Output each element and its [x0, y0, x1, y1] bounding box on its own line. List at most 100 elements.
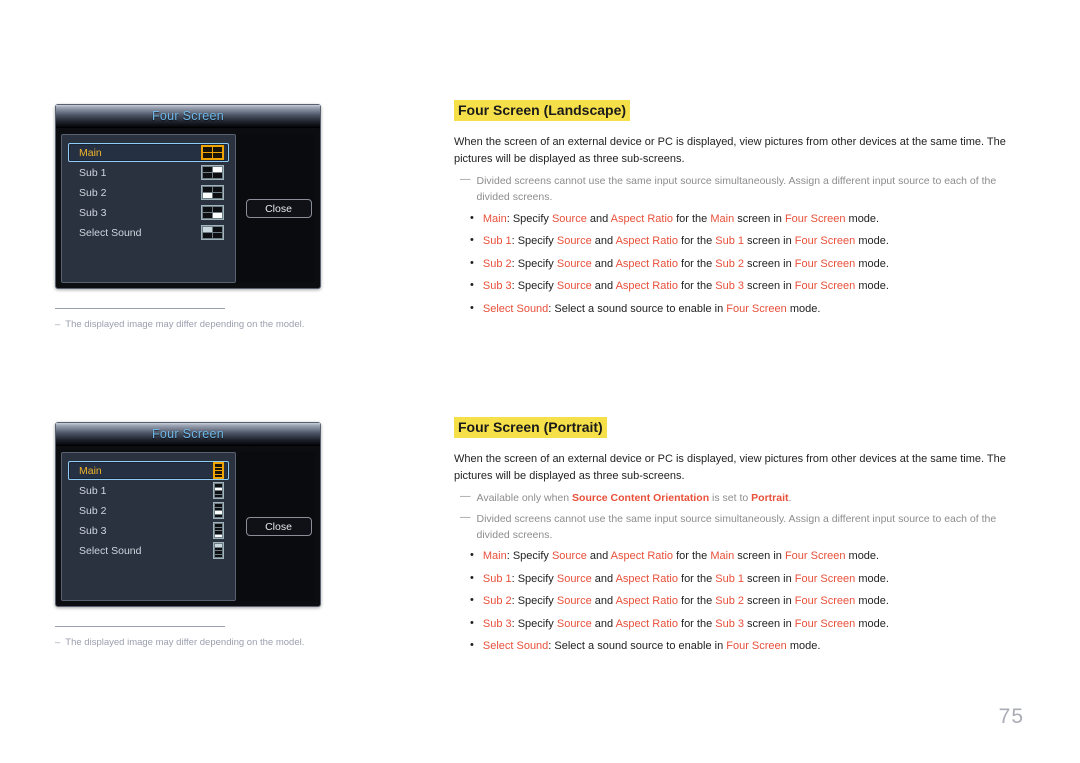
close-button[interactable]: Close	[246, 517, 312, 536]
bullet-dot-icon: •	[470, 616, 474, 633]
four-screen-landscape-osd-dialog: Four Screen Main Sub 1 Sub 2 Sub 3 Select So…	[55, 104, 321, 289]
osd-menu-item[interactable]: Sub 1	[68, 481, 229, 500]
landscape-footnote-block: – The displayed image may differ dependi…	[55, 308, 355, 331]
inline-text: for the	[678, 235, 715, 247]
icon-row	[215, 511, 222, 514]
inline-keyword: Source	[557, 280, 592, 292]
icon-quadrant	[213, 193, 222, 198]
inline-text: and	[592, 595, 616, 607]
icon-quadrant	[213, 187, 222, 192]
icon-row	[215, 528, 222, 531]
inline-text: and	[592, 618, 616, 630]
inline-text: Divided screens cannot use the same inpu…	[477, 175, 997, 203]
four-screen-portrait-sub3-icon	[213, 522, 224, 539]
inline-keyword: Main	[483, 213, 507, 225]
icon-quadrant	[203, 187, 212, 192]
inline-text: screen in	[744, 573, 795, 585]
inline-keyword: Sub 1	[483, 573, 512, 585]
inline-keyword: Sub 2	[483, 595, 512, 607]
inline-keyword: Sub 2	[483, 258, 512, 270]
bullet-item: •Sub 1: Specify Source and Aspect Ratio …	[454, 233, 1026, 250]
icon-quadrant	[213, 173, 222, 178]
inline-keyword: Sub 1	[715, 235, 744, 247]
osd-menu-item[interactable]: Sub 2	[68, 183, 229, 202]
inline-keyword: Four Screen	[795, 595, 856, 607]
inline-keyword: Sub 3	[715, 618, 744, 630]
inline-keyword: Four Screen	[795, 258, 856, 270]
icon-quadrant	[203, 193, 212, 198]
bullet-dot-icon: •	[470, 638, 474, 655]
icon-quadrant	[203, 227, 212, 232]
dash-note: —Divided screens cannot use the same inp…	[454, 512, 1026, 544]
icon-quadrant	[213, 233, 222, 238]
dash-note-text: Divided screens cannot use the same inpu…	[477, 174, 1027, 206]
icon-quadrant	[203, 147, 212, 152]
bullet-item: •Sub 2: Specify Source and Aspect Ratio …	[454, 593, 1026, 610]
inline-keyword: Source	[552, 213, 587, 225]
close-button[interactable]: Close	[246, 199, 312, 218]
inline-keyword: Four Screen	[785, 550, 846, 562]
icon-quadrant	[213, 207, 222, 212]
bullet-dot-icon: •	[470, 256, 474, 273]
bullet-text: Select Sound: Select a sound source to e…	[483, 638, 1026, 655]
osd-menu-item[interactable]: Main	[68, 143, 229, 162]
osd-menu-item[interactable]: Select Sound	[68, 223, 229, 242]
inline-text: for the	[673, 213, 710, 225]
osd-title: Four Screen	[152, 109, 224, 123]
inline-keyword: Source	[557, 235, 592, 247]
footnote-dash: –	[55, 636, 60, 649]
icon-row	[215, 548, 222, 551]
osd-menu-list: Main Sub 1 Sub 2 Sub 3 Select Sound	[61, 134, 236, 283]
osd-menu-item[interactable]: Sub 1	[68, 163, 229, 182]
osd-menu-item-label: Select Sound	[79, 227, 201, 239]
osd-menu-item-label: Main	[79, 147, 201, 159]
icon-quadrant	[203, 173, 212, 178]
inline-text: : Specify	[512, 573, 557, 585]
bullet-item: • Select Sound: Select a sound source to …	[454, 638, 1026, 655]
inline-keyword: Sub 1	[483, 235, 512, 247]
inline-keyword: Aspect Ratio	[611, 550, 673, 562]
icon-row	[215, 508, 222, 511]
icon-row	[215, 524, 222, 527]
inline-keyword: Source	[557, 573, 592, 585]
inline-text: mode.	[855, 258, 889, 270]
osd-menu-item[interactable]: Select Sound	[68, 541, 229, 560]
osd-menu-item[interactable]: Main	[68, 461, 229, 480]
inline-text: for the	[678, 618, 715, 630]
inline-text: mode.	[787, 640, 821, 652]
four-screen-portrait-main-icon	[213, 462, 224, 479]
bullet-item: •Sub 2: Specify Source and Aspect Ratio …	[454, 256, 1026, 273]
bullet-dot-icon: •	[470, 211, 474, 228]
inline-text: for the	[673, 550, 710, 562]
bullet-item: •Select Sound: Select a sound source to …	[454, 301, 1026, 318]
inline-text: screen in	[744, 258, 795, 270]
inline-text: and	[592, 235, 616, 247]
icon-quadrant	[213, 213, 222, 218]
inline-keyword: Source Content Orientation	[572, 492, 709, 504]
inline-text: and	[592, 573, 616, 585]
four-screen-landscape-sub1-icon	[201, 165, 224, 180]
inline-text: : Specify	[512, 618, 557, 630]
inline-keyword: Four Screen	[795, 573, 856, 585]
section-four-screen-portrait: Four Screen (Portrait) When the screen o…	[454, 417, 1026, 661]
inline-text: : Specify	[512, 595, 557, 607]
inline-keyword: Main	[710, 550, 734, 562]
osd-menu-item[interactable]: Sub 3	[68, 203, 229, 222]
bullet-text: Sub 3: Specify Source and Aspect Ratio f…	[483, 616, 1026, 633]
bullet-dot-icon: •	[470, 278, 474, 295]
inline-keyword: Source	[557, 258, 592, 270]
bullet-item: •Main: Specify Source and Aspect Ratio f…	[454, 548, 1026, 565]
icon-row	[215, 504, 222, 507]
inline-text: screen in	[744, 595, 795, 607]
osd-menu-item[interactable]: Sub 3	[68, 521, 229, 540]
icon-quadrant	[203, 153, 212, 158]
osd-menu-item[interactable]: Sub 2	[68, 501, 229, 520]
inline-text: Divided screens cannot use the same inpu…	[477, 513, 997, 541]
osd-menu-item-label: Main	[79, 465, 213, 477]
osd-menu-item-label: Sub 2	[79, 187, 201, 199]
footnote-line: – The displayed image may differ dependi…	[55, 636, 355, 649]
dash-note-text: Available only when Source Content Orien…	[477, 491, 1027, 507]
bullet-text: Main: Specify Source and Aspect Ratio fo…	[483, 548, 1026, 565]
osd-right-pane: Close	[236, 134, 315, 283]
inline-text: mode.	[855, 618, 889, 630]
